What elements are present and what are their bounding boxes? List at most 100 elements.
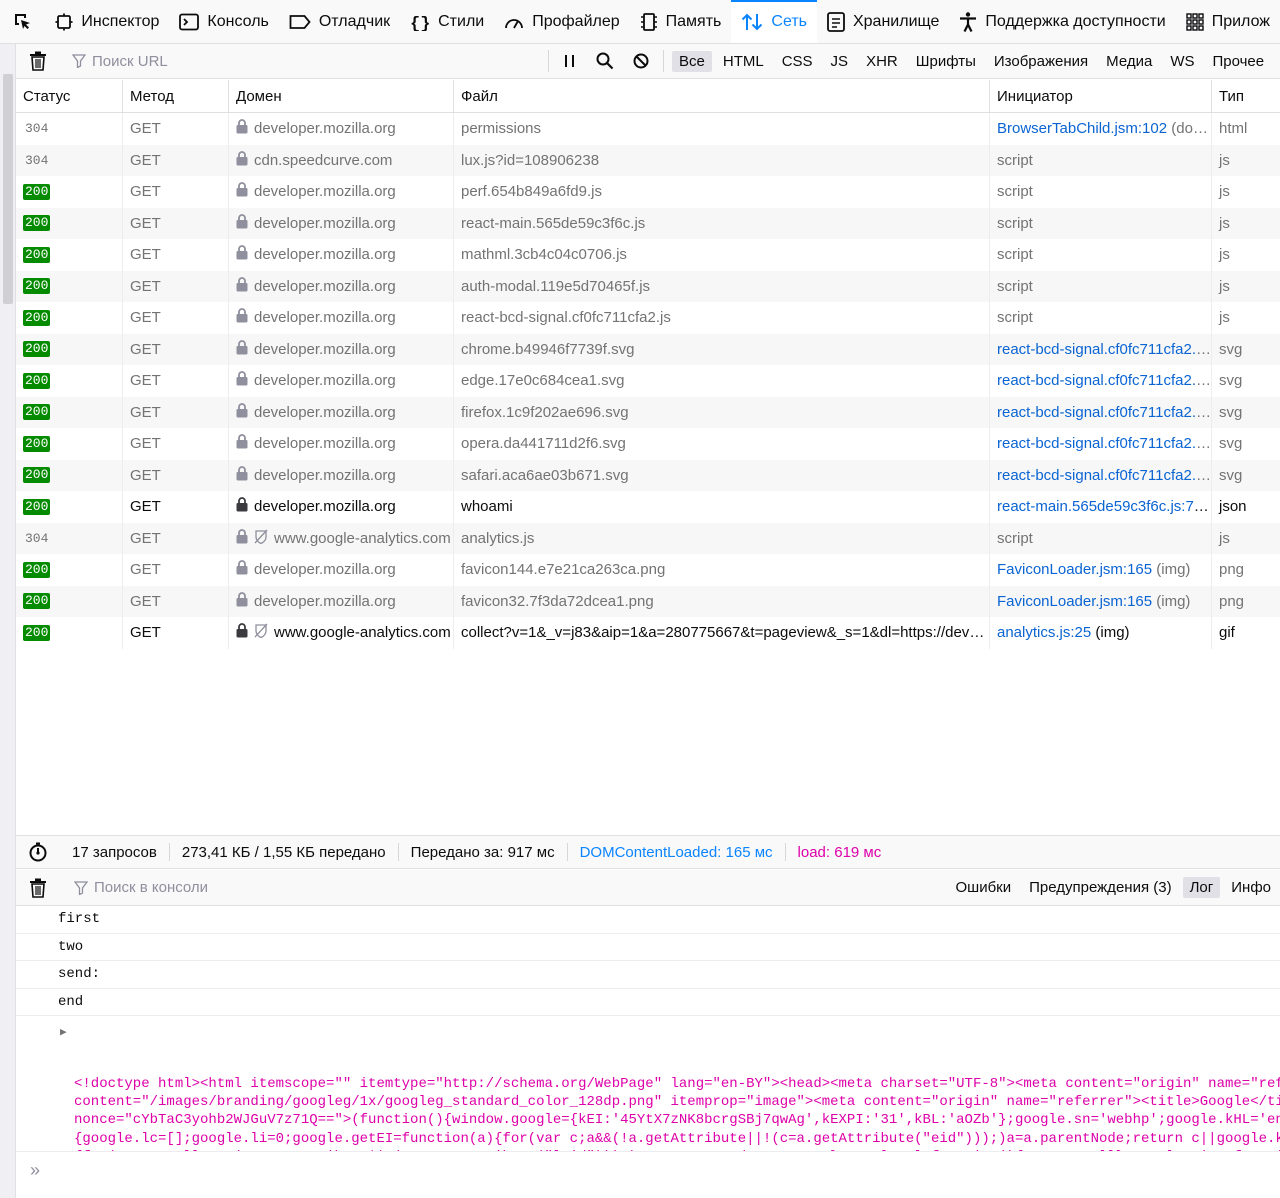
cell-status: 200 bbox=[16, 207, 123, 239]
filter-button-1[interactable]: HTML bbox=[716, 51, 771, 72]
tab-network[interactable]: Сеть bbox=[731, 0, 817, 43]
pause-button[interactable] bbox=[555, 54, 585, 68]
filter-button-6[interactable]: Изображения bbox=[987, 51, 1095, 72]
table-row[interactable]: 200 GET developer.mozilla.org react-bcd-sig… bbox=[16, 302, 1280, 334]
initiator-link[interactable]: react-bcd-signal.cf0fc711cfa2.j… bbox=[997, 435, 1211, 452]
table-row[interactable]: 200 GET developer.mozilla.org favicon32.7f3… bbox=[16, 585, 1280, 617]
trash-icon bbox=[30, 51, 46, 71]
console-icon bbox=[179, 13, 207, 31]
initiator-link[interactable]: analytics.js:25 bbox=[997, 624, 1091, 641]
console-html-message[interactable]: ▶ <!doctype html><html itemscope="" item… bbox=[16, 1016, 1280, 1152]
initiator-link[interactable]: FaviconLoader.jsm:165 bbox=[997, 593, 1152, 610]
filter-button-4[interactable]: XHR bbox=[859, 51, 905, 72]
clear-requests-button[interactable] bbox=[16, 51, 60, 71]
console-input[interactable]: » bbox=[16, 1154, 1280, 1186]
cell-type: png bbox=[1219, 561, 1245, 579]
console-filter-button-0[interactable]: Ошибки bbox=[949, 877, 1019, 898]
performance-analysis-button[interactable] bbox=[16, 842, 60, 862]
initiator-link[interactable]: react-bcd-signal.cf0fc711cfa2.j… bbox=[997, 372, 1211, 389]
table-row[interactable]: 200 GET developer.mozilla.org auth-modal.11… bbox=[16, 270, 1280, 302]
block-icon bbox=[633, 53, 649, 69]
tab-styles[interactable]: {} Стили bbox=[400, 0, 494, 43]
table-row[interactable]: 200 GET developer.mozilla.org mathml.3cb4c0… bbox=[16, 239, 1280, 271]
tab-accessibility[interactable]: Поддержка доступности bbox=[949, 0, 1175, 43]
lock-icon bbox=[236, 560, 248, 579]
column-status[interactable]: Статус bbox=[16, 80, 123, 113]
lock-icon bbox=[236, 339, 248, 359]
cell-status: 200 bbox=[16, 365, 123, 397]
table-row[interactable]: 200 GET www.google-analytics.com collect?v=… bbox=[16, 617, 1280, 649]
cell-method: GET bbox=[123, 144, 229, 176]
tab-label: Стили bbox=[438, 12, 485, 30]
cell-domain: developer.mozilla.org bbox=[229, 302, 454, 334]
cell-type: svg bbox=[1219, 372, 1243, 390]
tab-console[interactable]: Консоль bbox=[169, 0, 278, 43]
block-button[interactable] bbox=[625, 53, 657, 69]
url-filter[interactable]: Поиск URL bbox=[72, 53, 542, 70]
initiator-link[interactable]: react-main.565de59c3f6c.js:7 bbox=[997, 498, 1209, 515]
initiator-text: (img) bbox=[1152, 592, 1191, 610]
filter-button-9[interactable]: Прочее bbox=[1205, 51, 1271, 72]
lock-icon bbox=[236, 182, 248, 201]
column-method[interactable]: Метод bbox=[123, 80, 229, 113]
column-file[interactable]: Файл bbox=[454, 80, 990, 113]
initiator-link[interactable]: react-bcd-signal.cf0fc711cfa2.j… bbox=[997, 341, 1211, 358]
lock-icon bbox=[236, 150, 248, 170]
console-filter[interactable]: Поиск в консоли bbox=[74, 879, 945, 896]
initiator-link[interactable]: react-bcd-signal.cf0fc711cfa2.j… bbox=[997, 467, 1211, 484]
cell-file: collect?v=1&_v=j83&aip=1&a=280775667&t=p… bbox=[454, 617, 990, 649]
initiator-text: script bbox=[997, 529, 1033, 547]
filter-button-7[interactable]: Медиа bbox=[1099, 51, 1159, 72]
expand-arrow-icon[interactable]: ▶ bbox=[60, 1024, 67, 1042]
console-toolbar: Поиск в консоли Ошибки Предупреждения (3)… bbox=[16, 870, 1280, 906]
table-row[interactable]: 304 GET cdn.speedcurve.com lux.js?id=108906… bbox=[16, 144, 1280, 176]
column-domain[interactable]: Домен bbox=[229, 80, 454, 113]
filter-button-5[interactable]: Шрифты bbox=[909, 51, 983, 72]
table-row[interactable]: 200 GET developer.mozilla.org favicon144.e7… bbox=[16, 554, 1280, 586]
tracker-icon bbox=[254, 623, 268, 642]
tab-application[interactable]: Прилож bbox=[1176, 0, 1280, 43]
tab-storage[interactable]: Хранилище bbox=[817, 0, 949, 43]
table-row[interactable]: 200 GET developer.mozilla.org opera.da44171… bbox=[16, 428, 1280, 460]
tab-memory[interactable]: Память bbox=[630, 0, 732, 43]
filter-button-8[interactable]: WS bbox=[1163, 51, 1201, 72]
lock-icon bbox=[236, 308, 248, 327]
filter-button-3[interactable]: JS bbox=[824, 51, 856, 72]
table-row[interactable]: 200 GET developer.mozilla.org edge.17e0c684… bbox=[16, 365, 1280, 397]
table-row[interactable]: 200 GET developer.mozilla.org chrome.b49946… bbox=[16, 333, 1280, 365]
table-row[interactable]: 200 GET developer.mozilla.org firefox.1c9f2… bbox=[16, 396, 1280, 428]
initiator-link[interactable]: FaviconLoader.jsm:165 bbox=[997, 561, 1152, 578]
filter-button-2[interactable]: CSS bbox=[775, 51, 820, 72]
table-row[interactable]: 304 GET developer.mozilla.org permissions Br… bbox=[16, 113, 1280, 145]
table-row[interactable]: 200 GET developer.mozilla.org perf.654b849a… bbox=[16, 176, 1280, 208]
table-row[interactable]: 200 GET developer.mozilla.org safari.aca6ae… bbox=[16, 459, 1280, 491]
filter-button-0[interactable]: Все bbox=[672, 50, 712, 72]
cell-domain: www.google-analytics.com bbox=[229, 522, 454, 554]
cell-initiator: script bbox=[990, 522, 1212, 554]
devtools-tab-bar: Инспектор Консоль Отладчик {} Стили Профайлер… bbox=[0, 0, 1280, 44]
cell-domain: developer.mozilla.org bbox=[229, 459, 454, 491]
tab-debugger[interactable]: Отладчик bbox=[279, 0, 400, 43]
status-badge: 200 bbox=[23, 435, 51, 452]
console-filter-button-3[interactable]: Инфо bbox=[1224, 877, 1278, 898]
network-toolbar: Поиск URL Все HTML CSS JS XHR Шрифты Изображен… bbox=[16, 44, 1280, 79]
table-row[interactable]: 200 GET developer.mozilla.org whoami react-m… bbox=[16, 491, 1280, 523]
domain-text: developer.mozilla.org bbox=[254, 403, 396, 421]
initiator-link[interactable]: react-bcd-signal.cf0fc711cfa2.j… bbox=[997, 404, 1211, 421]
initiator-link[interactable]: BrowserTabChild.jsm:102 bbox=[997, 120, 1167, 137]
cell-method: GET bbox=[123, 428, 229, 460]
table-row[interactable]: 200 GET developer.mozilla.org react-main.56… bbox=[16, 207, 1280, 239]
column-type[interactable]: Тип bbox=[1212, 80, 1280, 113]
tab-profiler[interactable]: Профайлер bbox=[494, 0, 629, 43]
column-initiator[interactable]: Инициатор bbox=[990, 80, 1212, 113]
scrollbar-thumb[interactable] bbox=[3, 74, 13, 304]
clear-console-button[interactable] bbox=[16, 878, 60, 898]
console-filter-button-2[interactable]: Лог bbox=[1182, 877, 1221, 898]
element-picker-button[interactable] bbox=[0, 0, 45, 43]
table-row[interactable]: 304 GET www.google-analytics.com analytics.… bbox=[16, 522, 1280, 554]
console-filter-button-1[interactable]: Предупреждения (3) bbox=[1022, 877, 1178, 898]
tab-inspector[interactable]: Инспектор bbox=[45, 0, 169, 43]
search-button[interactable] bbox=[585, 52, 625, 70]
initiator-text: script bbox=[997, 151, 1033, 169]
cell-initiator: react-bcd-signal.cf0fc711cfa2.j… bbox=[990, 396, 1212, 428]
